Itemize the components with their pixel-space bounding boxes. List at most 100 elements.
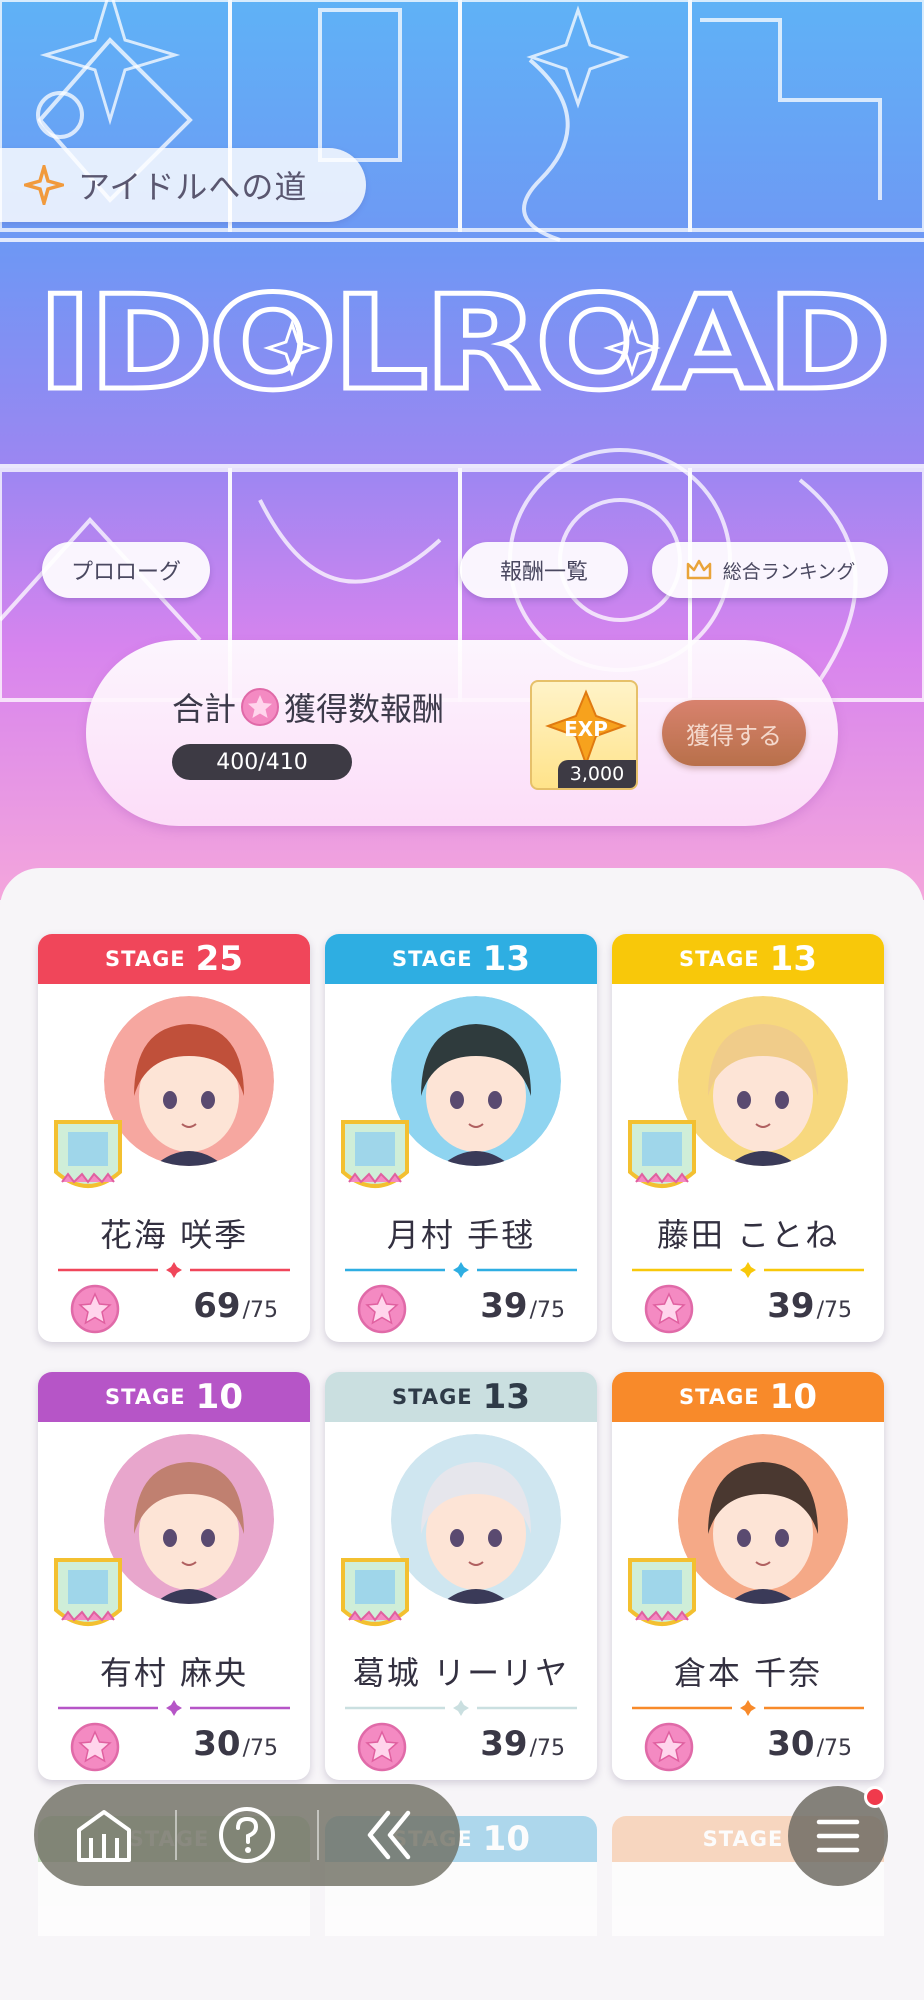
prologue-button[interactable]: プロローグ <box>42 542 210 598</box>
star-count-value: 69 <box>193 1286 241 1326</box>
stage-emblem-icon <box>620 1112 704 1200</box>
name-divider <box>632 1262 864 1278</box>
star-count-value: 30 <box>193 1724 241 1764</box>
stage-number: 13 <box>482 939 530 979</box>
star-count: 39/75 <box>767 1286 852 1326</box>
idol-card[interactable]: STAGE 13 藤田 ことね 39/75 <box>612 934 884 1342</box>
star-medal-icon <box>644 1722 694 1772</box>
ranking-button[interactable]: 総合ランキング <box>652 542 888 598</box>
stage-header: STAGE 13 <box>325 934 597 984</box>
stage-emblem-icon <box>620 1550 704 1638</box>
idol-card[interactable]: STAGE 10 倉本 千奈 30/75 <box>612 1372 884 1780</box>
crown-icon <box>686 559 712 580</box>
reward-label-prefix: 合計 <box>172 690 237 728</box>
star-medal-icon <box>70 1722 120 1772</box>
stage-number: 10 <box>482 1819 530 1859</box>
star-medal-icon <box>644 1284 694 1334</box>
stage-header: STAGE 10 <box>38 1372 310 1422</box>
prologue-label: プロローグ <box>70 560 181 585</box>
reward-progress: 400/410 <box>172 744 352 780</box>
idol-card[interactable]: STAGE 10 有村 麻央 30/75 <box>38 1372 310 1780</box>
name-divider <box>632 1700 864 1716</box>
star-count-max: /75 <box>242 1298 278 1323</box>
idol-name: 有村 麻央 <box>99 1654 249 1692</box>
name-divider <box>345 1262 577 1278</box>
star-medal-icon <box>70 1284 120 1334</box>
hero-banner: アイドルへの道 IDOLROAD プロローグ 報酬一覧 総合ランキング 合計 獲… <box>0 0 924 900</box>
star-count-max: /75 <box>242 1736 278 1761</box>
name-divider <box>58 1262 290 1278</box>
idol-name: 月村 手毬 <box>386 1216 536 1254</box>
name-divider <box>345 1700 577 1716</box>
star-count: 69/75 <box>193 1286 278 1326</box>
star-count-max: /75 <box>529 1736 565 1761</box>
idol-name: 倉本 千奈 <box>673 1654 823 1692</box>
stage-label: STAGE <box>679 1385 760 1409</box>
idol-card[interactable]: STAGE 25 花海 咲季 69/75 <box>38 934 310 1342</box>
idol-card[interactable]: STAGE 13 月村 手毬 39/75 <box>325 934 597 1342</box>
stage-label: STAGE <box>392 1385 473 1409</box>
ranking-label: 総合ランキング <box>722 560 856 583</box>
star-count-value: 30 <box>767 1724 815 1764</box>
name-divider <box>58 1700 290 1716</box>
reward-list-button[interactable]: 報酬一覧 <box>460 542 628 598</box>
star-count-value: 39 <box>767 1286 815 1326</box>
star-count-max: /75 <box>816 1736 852 1761</box>
reward-label-suffix: 獲得数報酬 <box>284 690 445 728</box>
stage-number: 13 <box>482 1377 530 1417</box>
exp-reward-item[interactable]: EXP 3,000 <box>530 680 638 790</box>
idol-name: 花海 咲季 <box>99 1216 249 1254</box>
stage-emblem-icon <box>333 1112 417 1200</box>
reward-list-label: 報酬一覧 <box>499 560 588 585</box>
menu-icon <box>816 1819 860 1853</box>
sparkle-icon <box>24 165 64 205</box>
notification-badge <box>864 1786 886 1808</box>
back-icon <box>367 1810 410 1860</box>
star-medal-icon <box>241 688 280 726</box>
stage-number: 10 <box>195 1377 243 1417</box>
star-count-value: 39 <box>480 1286 528 1326</box>
star-medal-icon <box>357 1722 407 1772</box>
stage-header: STAGE 13 <box>325 1372 597 1422</box>
home-icon <box>77 1810 132 1862</box>
help-button[interactable] <box>177 1784 318 1886</box>
stage-label: STAGE <box>105 947 186 971</box>
exp-count: 3,000 <box>558 760 636 788</box>
idolroad-logo: IDOLROAD <box>0 238 924 468</box>
section-title-pill: アイドルへの道 <box>0 148 366 222</box>
star-count: 30/75 <box>193 1724 278 1764</box>
stage-number: 25 <box>195 939 243 979</box>
claim-button[interactable]: 獲得する <box>662 700 806 766</box>
stage-label: STAGE <box>392 947 473 971</box>
idol-name: 藤田 ことね <box>656 1216 840 1254</box>
stage-emblem-icon <box>46 1550 130 1638</box>
section-title: アイドルへの道 <box>78 168 308 206</box>
stage-label: STAGE <box>679 947 760 971</box>
stage-emblem-icon <box>333 1550 417 1638</box>
stage-label: STAGE <box>702 1827 784 1851</box>
star-medal-icon <box>357 1284 407 1334</box>
stage-header: STAGE 25 <box>38 934 310 984</box>
total-reward-panel: 合計 獲得数報酬 400/410 EXP 3,000 獲得する <box>86 640 838 826</box>
idol-name: 葛城 リーリヤ <box>352 1654 570 1692</box>
stage-header: STAGE 10 <box>612 1372 884 1422</box>
star-count-value: 39 <box>480 1724 528 1764</box>
star-count-max: /75 <box>529 1298 565 1323</box>
bottom-nav <box>34 1784 460 1886</box>
help-icon <box>218 1807 275 1863</box>
stage-label: STAGE <box>105 1385 186 1409</box>
stage-header: STAGE 13 <box>612 934 884 984</box>
star-count: 39/75 <box>480 1286 565 1326</box>
stage-number: 13 <box>769 939 817 979</box>
svg-text:IDOLROAD: IDOLROAD <box>37 267 887 419</box>
home-button[interactable] <box>34 1784 175 1886</box>
back-button[interactable] <box>319 1784 460 1886</box>
star-count: 39/75 <box>480 1724 565 1764</box>
reward-label: 合計 獲得数報酬 <box>172 684 444 730</box>
stage-emblem-icon <box>46 1112 130 1200</box>
star-count-max: /75 <box>816 1298 852 1323</box>
idol-card[interactable]: STAGE 13 葛城 リーリヤ 39/75 <box>325 1372 597 1780</box>
star-count: 30/75 <box>767 1724 852 1764</box>
svg-text:EXP: EXP <box>564 717 608 741</box>
stage-number: 10 <box>769 1377 817 1417</box>
